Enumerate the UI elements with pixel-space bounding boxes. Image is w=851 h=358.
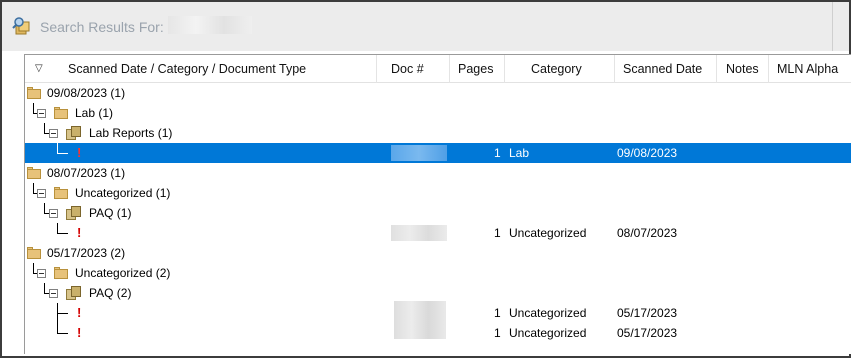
sort-triangle-icon[interactable]: ▽ bbox=[35, 55, 43, 83]
collapse-icon[interactable] bbox=[49, 209, 58, 218]
tree-node-category[interactable]: Uncategorized (1) bbox=[25, 183, 851, 203]
tree-node-doctype[interactable]: PAQ (1) bbox=[25, 203, 851, 223]
folder-icon bbox=[27, 87, 41, 99]
search-results-icon bbox=[12, 17, 30, 35]
title-bar: Search Results For: bbox=[2, 2, 849, 51]
doc-category: Uncategorized bbox=[509, 226, 587, 240]
alert-icon: ! bbox=[77, 145, 82, 160]
column-notes[interactable]: Notes bbox=[717, 55, 769, 83]
tree-node-category[interactable]: Uncategorized (2) bbox=[25, 263, 851, 283]
folder-icon bbox=[54, 107, 68, 119]
column-category[interactable]: Category bbox=[505, 55, 615, 83]
document-row[interactable]: ! 1 Lab 09/08/2023 bbox=[25, 143, 851, 163]
tree-node-date[interactable]: 09/08/2023 (1) bbox=[25, 83, 851, 103]
tree-node-date[interactable]: 08/07/2023 (1) bbox=[25, 163, 851, 183]
column-scanned-date[interactable]: Scanned Date bbox=[615, 55, 717, 83]
alert-icon: ! bbox=[77, 225, 82, 240]
column-mln-alpha[interactable]: MLN Alpha bbox=[769, 55, 851, 83]
doc-scanned-date: 05/17/2023 bbox=[617, 326, 678, 340]
window-title: Search Results For: bbox=[40, 19, 164, 35]
redacted-doc-number bbox=[391, 145, 447, 161]
folder-icon bbox=[54, 187, 68, 199]
collapse-icon[interactable] bbox=[37, 189, 46, 198]
document-stack-icon bbox=[66, 206, 82, 220]
folder-icon bbox=[27, 167, 41, 179]
doc-pages: 1 bbox=[494, 226, 501, 240]
document-stack-icon bbox=[66, 286, 82, 300]
column-pages[interactable]: Pages bbox=[450, 55, 505, 83]
tree-node-doctype[interactable]: Lab Reports (1) bbox=[25, 123, 851, 143]
redacted-doc-number bbox=[391, 225, 447, 241]
document-row[interactable]: ! 1 Uncategorized 05/17/2023 bbox=[25, 323, 851, 343]
title-divider bbox=[832, 2, 833, 51]
document-row[interactable]: ! 1 Uncategorized 05/17/2023 bbox=[25, 303, 851, 323]
folder-icon bbox=[27, 247, 41, 259]
tree-line bbox=[57, 153, 68, 154]
redacted-search-term bbox=[168, 16, 252, 34]
document-stack-icon bbox=[66, 126, 82, 140]
column-header: ▽ Scanned Date / Category / Document Typ… bbox=[25, 55, 851, 83]
collapse-icon[interactable] bbox=[49, 289, 58, 298]
doc-pages: 1 bbox=[494, 326, 501, 340]
doc-category: Uncategorized bbox=[509, 326, 587, 340]
doc-scanned-date: 09/08/2023 bbox=[617, 146, 678, 160]
tree-node-date[interactable]: 05/17/2023 (2) bbox=[25, 243, 851, 263]
doc-category: Uncategorized bbox=[509, 306, 587, 320]
tree-line bbox=[57, 233, 68, 234]
document-row[interactable]: ! 1 Uncategorized 08/07/2023 bbox=[25, 223, 851, 243]
search-results-window: Search Results For: ▽ Scanned Date / Cat… bbox=[0, 0, 851, 358]
doc-pages: 1 bbox=[494, 306, 501, 320]
tree-node-category[interactable]: Lab (1) bbox=[25, 103, 851, 123]
collapse-icon[interactable] bbox=[49, 129, 58, 138]
column-scanned-date-category-doctype[interactable]: ▽ Scanned Date / Category / Document Typ… bbox=[25, 55, 377, 83]
alert-icon: ! bbox=[77, 305, 82, 320]
tree-line bbox=[57, 333, 68, 334]
doc-pages: 1 bbox=[494, 146, 501, 160]
column-doc-number[interactable]: Doc # bbox=[377, 55, 450, 83]
folder-icon bbox=[54, 267, 68, 279]
tree-line bbox=[57, 313, 68, 314]
alert-icon: ! bbox=[77, 325, 82, 340]
tree-node-doctype[interactable]: PAQ (2) bbox=[25, 283, 851, 303]
doc-scanned-date: 05/17/2023 bbox=[617, 306, 678, 320]
results-tree-list[interactable]: ▽ Scanned Date / Category / Document Typ… bbox=[24, 54, 851, 354]
collapse-icon[interactable] bbox=[37, 269, 46, 278]
doc-scanned-date: 08/07/2023 bbox=[617, 226, 678, 240]
collapse-icon[interactable] bbox=[37, 109, 46, 118]
doc-category: Lab bbox=[509, 146, 530, 160]
